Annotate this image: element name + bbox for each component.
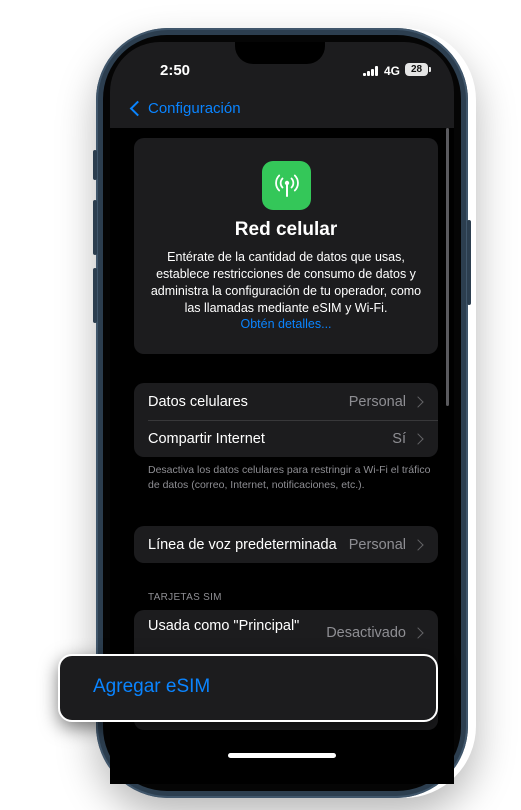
volume-up-button [93,200,97,255]
row-label: Línea de voz predeterminada [148,536,337,553]
voice-line-group: Línea de voz predeterminada Personal [134,526,438,563]
row-value: Personal [348,393,406,410]
row-label: Usada como "Principal" [148,618,300,634]
back-button-label: Configuración [148,99,241,117]
volume-down-button [93,268,97,323]
status-time: 2:50 [159,62,191,79]
card-description: Entérate de la cantidad de datos que usa… [150,250,422,315]
action-button [93,150,97,180]
row-value: Personal [348,536,406,553]
row-label: Datos celulares [148,393,248,410]
row-value: Desactivado [326,625,406,641]
network-type: 4G [384,64,401,78]
learn-more-link[interactable]: Obtén detalles... [134,317,438,331]
battery-tip [429,67,431,72]
back-button[interactable]: Configuración [128,96,241,120]
row-value: Sí [392,430,406,447]
cellular-antenna-icon [262,161,311,210]
personal-hotspot-row[interactable]: Compartir Internet Sí [134,420,438,457]
default-voice-line-row[interactable]: Línea de voz predeterminada Personal [134,526,438,563]
dynamic-island [235,42,325,64]
sim-section-header: TARJETAS SIM [148,592,222,603]
row-label: Compartir Internet [148,430,265,447]
add-esim-label: Agregar eSIM [93,676,211,697]
card-title: Red celular [234,219,338,240]
chevron-right-icon [412,395,424,408]
chevron-right-icon [412,627,424,639]
sim-principal-row[interactable]: Usada como "Principal" Desactivado [134,610,438,656]
signal-strength-icon [363,66,378,76]
home-indicator[interactable] [228,753,336,758]
side-power-button [467,220,471,305]
cellular-settings-group: Datos celulares Personal Compartir Inter… [134,383,438,457]
battery-icon: 28 [405,63,428,76]
chevron-right-icon [412,432,424,445]
cellular-data-footnote: Desactiva los datos celulares para restr… [148,464,431,491]
chevron-left-icon [129,100,146,116]
scrollbar[interactable] [446,128,449,406]
cellular-data-row[interactable]: Datos celulares Personal [134,383,438,420]
chevron-right-icon [412,538,424,551]
